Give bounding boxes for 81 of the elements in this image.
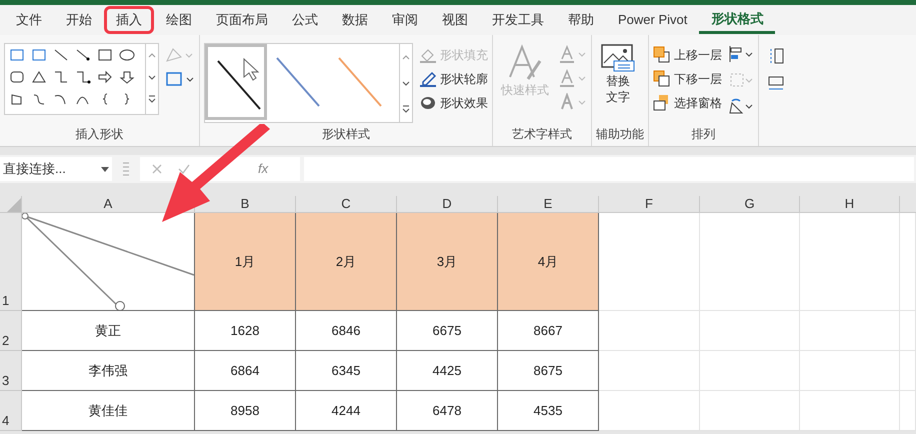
ribbon-tab[interactable]: 开始: [54, 6, 104, 34]
group-label: 辅助功能: [596, 126, 644, 143]
table-cell: 4535: [498, 391, 599, 431]
close-icon[interactable]: [152, 164, 162, 174]
column-header[interactable]: C: [341, 194, 351, 214]
align-icon: [728, 45, 754, 63]
ribbon-tab[interactable]: 插入: [104, 6, 154, 34]
table-cell: 4月: [498, 213, 599, 311]
column-header[interactable]: E: [544, 194, 552, 214]
ribbon-tab[interactable]: Power Pivot: [606, 6, 700, 34]
ribbon-tab[interactable]: 绘图: [154, 6, 204, 34]
caret-icon: [101, 166, 109, 172]
table-cell: 2月: [296, 213, 397, 311]
table-cell: 8667: [498, 311, 599, 351]
text-effects-icon: [559, 93, 587, 111]
row-header[interactable]: 1: [2, 290, 10, 310]
group-label: 排列: [692, 126, 716, 143]
table-cell: 4425: [397, 351, 498, 391]
ribbon-tab[interactable]: 开发工具: [480, 6, 556, 34]
shape-style-swatch[interactable]: [205, 44, 267, 120]
diagonal-lines-drawing[interactable]: [22, 213, 195, 311]
ribbon-tab[interactable]: 公式: [280, 6, 330, 34]
group-label: 艺术字样式: [512, 126, 572, 143]
text-fill-icon: [559, 45, 587, 63]
name-box[interactable]: 直接连接...: [0, 157, 112, 181]
check-icon[interactable]: [178, 164, 190, 174]
column-header[interactable]: B: [240, 194, 250, 214]
table-cell: 8675: [498, 351, 599, 391]
table-cell: 6675: [397, 311, 498, 351]
table-cell: 黄佳佳: [22, 391, 195, 431]
group-label: 插入形状: [76, 126, 124, 143]
table-cell: 1月: [195, 213, 296, 311]
text-outline-icon: [559, 69, 587, 87]
row-header[interactable]: 4: [2, 410, 10, 430]
effects-icon: [419, 94, 437, 112]
ribbon-tab[interactable]: 数据: [330, 6, 380, 34]
pen-icon: [419, 70, 437, 88]
table-cell: 1628: [195, 311, 296, 351]
edit-shape-icon: [165, 47, 193, 63]
table-cell: 4244: [296, 391, 397, 431]
ribbon-command[interactable]: 形状效果: [419, 91, 488, 115]
letter-a-brush-icon: [506, 43, 544, 81]
ribbon-command[interactable]: 形状轮廓: [419, 67, 488, 91]
table-cell: 6345: [296, 351, 397, 391]
ribbon-command[interactable]: 上移一层: [653, 43, 722, 67]
ribbon-tab[interactable]: 页面布局: [204, 6, 280, 34]
selection-pane-icon: [653, 94, 671, 112]
ribbon-command[interactable]: 选择窗格: [653, 91, 722, 115]
column-header[interactable]: F: [645, 194, 653, 214]
ribbon-tab[interactable]: 文件: [4, 6, 54, 34]
table-cell: 黄正: [22, 311, 195, 351]
column-header[interactable]: G: [744, 194, 755, 214]
column-header[interactable]: A: [104, 194, 112, 214]
table-cell: 6478: [397, 391, 498, 431]
group-label: 形状样式: [322, 126, 370, 143]
alt-text-button[interactable]: 替换文字: [596, 43, 640, 105]
group-icon: [728, 71, 754, 89]
image-icon: [600, 43, 636, 73]
ribbon-tab[interactable]: 帮助: [556, 6, 606, 34]
ribbon-tab[interactable]: 视图: [430, 6, 480, 34]
ribbon-tab[interactable]: 审阅: [380, 6, 430, 34]
table-cell: 李伟强: [22, 351, 195, 391]
table-cell: [900, 351, 916, 391]
table-cell: [900, 311, 916, 351]
row-header[interactable]: 3: [2, 370, 10, 390]
drag-handle-icon[interactable]: [122, 161, 130, 177]
insert-function-button[interactable]: fx: [258, 159, 268, 179]
bring-forward-icon: [653, 46, 671, 64]
table-cell: 6864: [195, 351, 296, 391]
text-box-icon: [165, 71, 195, 87]
ribbon-command[interactable]: 下移一层: [653, 67, 722, 91]
table-cell: 6846: [296, 311, 397, 351]
table-cell: 8958: [195, 391, 296, 431]
row-header[interactable]: 2: [2, 330, 10, 350]
send-backward-icon: [653, 70, 671, 88]
rotate-icon: [728, 97, 754, 115]
table-cell: [900, 391, 916, 431]
table-cell: 3月: [397, 213, 498, 311]
name-box-text: 直接连接...: [3, 160, 66, 178]
column-header[interactable]: H: [844, 194, 854, 214]
column-header[interactable]: D: [442, 194, 452, 214]
